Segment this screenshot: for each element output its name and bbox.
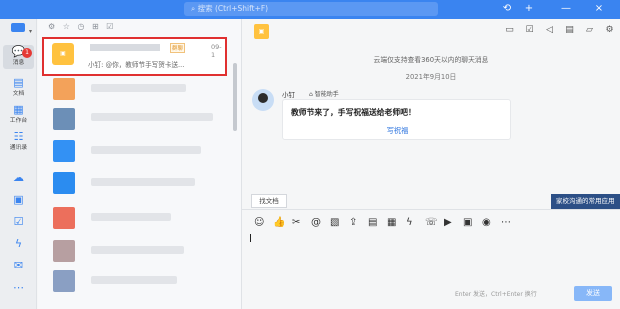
blurred-avatar bbox=[53, 172, 75, 194]
conversation-name-blurred bbox=[90, 44, 160, 51]
assistant-tag: ⌂ 智能助手 bbox=[309, 91, 339, 98]
chat-toolbar: ▭ ☑ ◁ ▤ ▱ ⚙ bbox=[496, 25, 616, 35]
upload-icon[interactable]: ⇪ bbox=[349, 217, 368, 228]
todo-icon[interactable]: ☑ bbox=[523, 25, 536, 35]
blurred-avatar bbox=[53, 78, 75, 100]
star-icon[interactable]: ☆ bbox=[63, 22, 70, 31]
emoji-icon[interactable]: ☺ bbox=[254, 217, 273, 228]
chat-panel: ▣ ▭ ☑ ◁ ▤ ▱ ⚙ 云端仅支持查看360天以内的聊天消息 2021年9月10日 小… bbox=[242, 19, 620, 309]
settings-icon[interactable]: ⚙ bbox=[48, 22, 55, 31]
composer-toolbar: ☺ 👍 ✂ @ ▧ ⇪ ▤ ▦ ϟ ☏ ▶ ▣ ◉ ⋯ bbox=[254, 217, 520, 228]
text-cursor[interactable] bbox=[250, 234, 251, 242]
blurred-avatar bbox=[53, 140, 75, 162]
live-icon[interactable]: ▶ bbox=[444, 217, 463, 228]
left-rail: ▾ 💬 消息 1 ▤ 文档 ▦ 工作台 ☷ 通讯录 ☁ ▣ ☑ ϟ ✉ ⋯ bbox=[0, 19, 37, 309]
ding-icon[interactable]: ϟ bbox=[406, 217, 425, 228]
task-icon[interactable]: ☑ bbox=[3, 215, 34, 228]
doc-share-icon[interactable]: ▤ bbox=[368, 217, 387, 228]
thumb-icon[interactable]: 👍 bbox=[273, 217, 292, 228]
find-doc-button[interactable]: 找文档 bbox=[251, 194, 287, 208]
blurred-avatar bbox=[53, 108, 75, 130]
top-bar: ⌕ 搜索 (Ctrl+Shift+F) ⟲ + — × bbox=[0, 0, 620, 19]
search-icon: ⌕ bbox=[191, 4, 198, 13]
list-toolbar: ⚙ ☆ ◷ ⊞ ☑ bbox=[48, 22, 118, 34]
grid-icon[interactable]: ⊞ bbox=[92, 22, 99, 31]
sender-name: 小钉 bbox=[282, 91, 295, 99]
conversation-scrollbar[interactable] bbox=[233, 63, 237, 131]
mention-icon[interactable]: @ bbox=[311, 217, 330, 228]
group-avatar: ▣ bbox=[52, 43, 74, 65]
sender-avatar[interactable] bbox=[252, 89, 274, 111]
message-date: 2021年9月10日 bbox=[405, 73, 457, 81]
blurred-avatar bbox=[53, 240, 75, 262]
call-icon[interactable]: ☏ bbox=[425, 217, 444, 228]
composer-divider bbox=[242, 209, 620, 210]
plus-icon[interactable]: + bbox=[522, 2, 536, 16]
conversation-preview: 小钉: @你，教师节手写贺卡送... bbox=[88, 61, 185, 69]
clock-icon[interactable]: ◷ bbox=[77, 22, 84, 31]
folder-icon[interactable]: ▱ bbox=[583, 25, 596, 35]
rail-item-workbench[interactable]: ▦ 工作台 bbox=[3, 103, 34, 124]
message-text: 教师节来了，手写祝福送给老师吧！ bbox=[291, 108, 416, 117]
blurred-row bbox=[91, 113, 213, 121]
chat-header-avatar: ▣ bbox=[254, 24, 269, 39]
announcement-icon[interactable]: ◁ bbox=[543, 25, 556, 35]
calendar-share-icon[interactable]: ▦ bbox=[387, 217, 406, 228]
image-icon[interactable]: ▧ bbox=[330, 217, 349, 228]
rail-item-contacts[interactable]: ☷ 通讯录 bbox=[3, 130, 34, 151]
more-tools-icon[interactable]: ⋯ bbox=[501, 217, 520, 228]
search-input[interactable]: ⌕ 搜索 (Ctrl+Shift+F) bbox=[184, 2, 438, 16]
rail-item-messages[interactable]: 💬 消息 1 bbox=[3, 45, 34, 69]
blurred-row bbox=[91, 178, 195, 186]
check-icon[interactable]: ☑ bbox=[106, 22, 113, 31]
group-tag: 群聊 bbox=[170, 43, 186, 53]
send-hint: Enter 发送，Ctrl+Enter 换行 bbox=[455, 291, 537, 298]
send-button[interactable]: 发送 bbox=[574, 286, 612, 301]
blurred-avatar bbox=[53, 207, 75, 229]
history-icon[interactable]: ⟲ bbox=[500, 2, 514, 16]
conversation-time: 09-1 bbox=[211, 43, 222, 59]
chevron-down-icon[interactable]: ▾ bbox=[29, 28, 32, 35]
blurred-row bbox=[91, 146, 201, 154]
blurred-avatar bbox=[53, 270, 75, 292]
conversation-item-selected[interactable]: ▣ 群聊 09-1 小钉: @你，教师节手写贺卡送... bbox=[42, 37, 227, 76]
blurred-row bbox=[91, 276, 177, 284]
cloud-icon[interactable]: ☁ bbox=[3, 171, 34, 184]
group-settings-icon[interactable]: ⚙ bbox=[603, 25, 616, 35]
unread-badge: 1 bbox=[22, 48, 32, 58]
files-icon[interactable]: ▤ bbox=[563, 25, 576, 35]
lightning-icon[interactable]: ϟ bbox=[3, 237, 34, 250]
blurred-row bbox=[91, 213, 171, 221]
rail-item-docs[interactable]: ▤ 文档 bbox=[3, 76, 34, 97]
poll-icon[interactable]: ◉ bbox=[482, 217, 501, 228]
common-apps-tooltip: 家校沟通的常用应用 bbox=[551, 194, 620, 209]
blurred-row bbox=[91, 84, 186, 92]
minimize-icon[interactable]: — bbox=[559, 2, 573, 16]
close-icon[interactable]: × bbox=[592, 2, 606, 16]
camera-icon[interactable]: ▭ bbox=[503, 25, 516, 35]
more-icon[interactable]: ⋯ bbox=[3, 281, 34, 294]
write-blessing-link[interactable]: 写祝福 bbox=[283, 126, 512, 136]
mail-icon[interactable]: ✉ bbox=[3, 259, 34, 272]
card-icon[interactable]: ▣ bbox=[463, 217, 482, 228]
system-notice: 云端仅支持查看360天以内的聊天消息 bbox=[373, 56, 489, 64]
calendar-icon[interactable]: ▣ bbox=[3, 193, 34, 206]
blurred-row bbox=[91, 246, 184, 254]
scissors-icon[interactable]: ✂ bbox=[292, 217, 311, 228]
user-avatar[interactable] bbox=[11, 23, 25, 32]
message-card: 教师节来了，手写祝福送给老师吧！ 写祝福 bbox=[282, 99, 511, 140]
